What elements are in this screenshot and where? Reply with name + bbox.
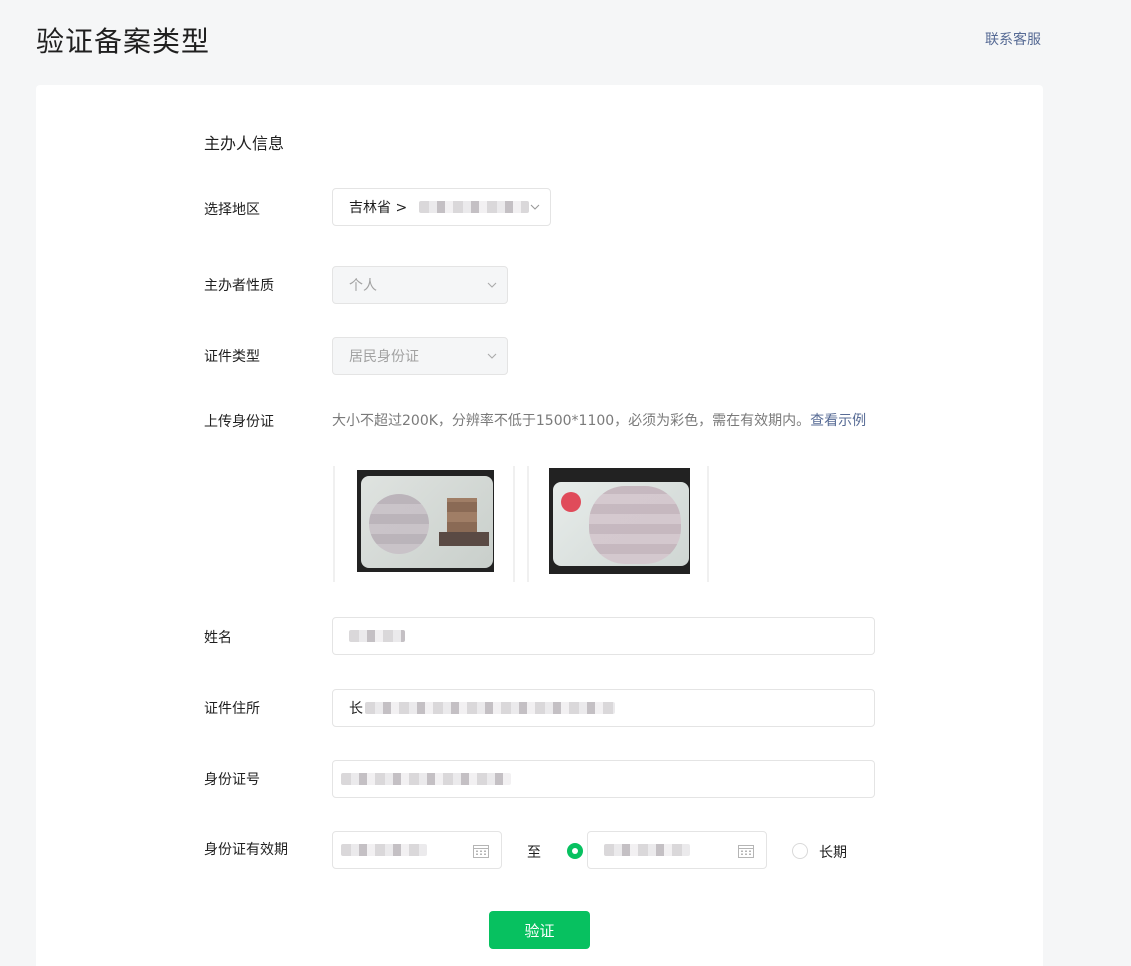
address-input[interactable]: 长 — [332, 689, 875, 727]
cert-type-select: 居民身份证 — [332, 337, 508, 375]
section-title: 主办人信息 — [204, 134, 285, 153]
address-value-prefix: 长 — [349, 701, 363, 717]
long-term-label: 长期 — [819, 845, 847, 861]
region-select[interactable]: 吉林省 > — [332, 188, 551, 226]
long-term-radio[interactable] — [792, 843, 808, 859]
view-example-link[interactable]: 查看示例 — [810, 413, 866, 429]
end-date-blurred-value — [604, 844, 690, 856]
calendar-icon — [738, 845, 754, 858]
nature-select: 个人 — [332, 266, 508, 304]
verify-button[interactable]: 验证 — [489, 911, 590, 949]
region-blurred-value — [419, 201, 530, 213]
chevron-down-icon — [487, 282, 497, 288]
address-label: 证件住所 — [204, 701, 260, 717]
chevron-down-icon — [487, 353, 497, 359]
validity-label: 身份证有效期 — [204, 842, 288, 858]
id-front-upload[interactable] — [333, 466, 515, 582]
id-number-label: 身份证号 — [204, 772, 260, 788]
region-label: 选择地区 — [204, 202, 260, 218]
id-back-image — [549, 468, 690, 574]
address-blurred-value — [365, 702, 615, 714]
start-date-blurred-value — [341, 844, 427, 856]
cert-type-value: 居民身份证 — [349, 349, 419, 365]
id-back-upload[interactable] — [527, 466, 709, 582]
chevron-down-icon — [530, 204, 540, 210]
upload-hint: 大小不超过200K，分辨率不低于1500*1100，必须为彩色，需在有效期内。查… — [332, 410, 877, 432]
region-value: 吉林省 > — [349, 200, 408, 216]
name-input[interactable] — [332, 617, 875, 655]
nature-label: 主办者性质 — [204, 278, 274, 294]
validity-start-date[interactable] — [332, 831, 502, 869]
upload-label: 上传身份证 — [204, 414, 274, 430]
upload-hint-text: 大小不超过200K，分辨率不低于1500*1100，必须为彩色，需在有效期内。 — [332, 413, 811, 429]
end-date-radio[interactable] — [567, 843, 583, 859]
contact-support-link[interactable]: 联系客服 — [985, 29, 1041, 49]
id-front-image — [357, 470, 494, 572]
nature-value: 个人 — [349, 278, 377, 294]
name-blurred-value — [349, 630, 405, 642]
calendar-icon — [473, 845, 489, 858]
validity-end-date[interactable] — [587, 831, 767, 869]
id-number-input[interactable] — [332, 760, 875, 798]
page-title: 验证备案类型 — [36, 25, 211, 58]
name-label: 姓名 — [204, 630, 232, 646]
id-number-blurred-value — [341, 773, 511, 785]
cert-type-label: 证件类型 — [204, 349, 260, 365]
date-range-separator: 至 — [527, 845, 541, 861]
